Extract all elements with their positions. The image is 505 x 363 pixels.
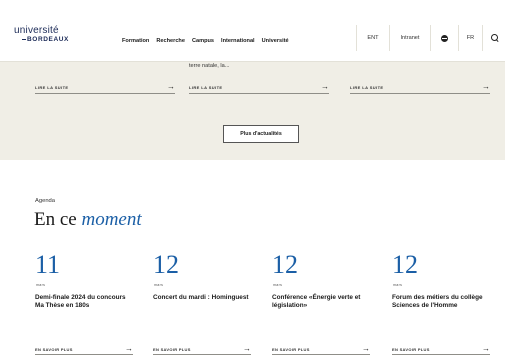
event-card[interactable]: 12 mars Forum des métiers du collège Sci… [392,251,492,363]
search-button[interactable] [482,25,505,51]
read-more-label: LIRE LA SUITE [189,85,223,90]
read-more-link[interactable]: LIRE LA SUITE → [350,82,490,94]
nav-item-campus[interactable]: Campus [192,38,214,44]
event-more-link[interactable]: EN SAVOIR PLUS → [35,345,133,355]
agenda-heading-plain: En ce [34,209,77,230]
event-day: 12 [272,250,298,279]
search-icon [490,33,498,43]
event-card[interactable]: 12 mars Conférence «Énergie verte et lég… [272,251,372,363]
event-more-label: EN SAVOIR PLUS [272,347,310,352]
event-card[interactable]: 12 mars Concert du mardi : Hominguest EN… [153,251,253,363]
read-more-label: LIRE LA SUITE [350,85,384,90]
event-more-label: EN SAVOIR PLUS [392,347,430,352]
ent-link[interactable]: ENT [356,25,389,51]
news-section: terre natale, la... LIRE LA SUITE → LIRE… [0,62,505,160]
accessibility-button[interactable] [430,25,458,51]
event-more-label: EN SAVOIR PLUS [153,347,191,352]
event-more-link[interactable]: EN SAVOIR PLUS → [153,345,251,355]
main-nav: Formation Recherche Campus International… [122,38,289,44]
event-day: 12 [392,250,418,279]
arrow-right-icon: → [167,82,175,91]
read-more-link[interactable]: LIRE LA SUITE → [35,82,175,94]
logo-wordmark-top: université [14,25,59,36]
agenda-heading: En ce moment [34,209,142,231]
arrow-right-icon: → [243,344,251,353]
event-more-label: EN SAVOIR PLUS [35,347,73,352]
arrow-right-icon: → [482,82,490,91]
arrow-right-icon: → [125,344,133,353]
event-title[interactable]: Conférence «Énergie verte et législation… [272,294,372,310]
logo-wordmark-bottom: BORDEAUX [22,36,69,44]
arrow-right-icon: → [482,344,490,353]
event-more-link[interactable]: EN SAVOIR PLUS → [392,345,490,355]
logo-wordmark-bottom-text: BORDEAUX [27,36,69,43]
news-excerpt: terre natale, la... [189,63,230,69]
event-month: mars [154,283,164,287]
read-more-label: LIRE LA SUITE [35,85,69,90]
arrow-right-icon: → [362,344,370,353]
nav-item-formation[interactable]: Formation [122,38,149,44]
read-more-link[interactable]: LIRE LA SUITE → [189,82,329,94]
globe-icon [441,34,448,42]
event-title[interactable]: Concert du mardi : Hominguest [153,294,253,302]
event-month: mars [393,283,403,287]
site-header: université BORDEAUX Formation Recherche … [0,0,505,62]
language-selector[interactable]: FR [458,25,482,51]
intranet-link[interactable]: Intranet [389,25,430,51]
agenda-label: Agenda [35,198,55,204]
nav-item-recherche[interactable]: Recherche [156,38,185,44]
logo-dash [22,38,26,40]
nav-item-international[interactable]: International [221,38,255,44]
event-title[interactable]: Forum des métiers du collège Sciences de… [392,294,492,310]
university-logo[interactable]: université BORDEAUX [14,26,69,44]
event-day: 11 [35,250,61,279]
event-month: mars [36,283,46,287]
event-month: mars [273,283,283,287]
event-more-link[interactable]: EN SAVOIR PLUS → [272,345,370,355]
event-card[interactable]: 11 mars Demi-finale 2024 du concours Ma … [35,251,135,363]
nav-item-universite[interactable]: Université [262,38,289,44]
event-title[interactable]: Demi-finale 2024 du concours Ma Thèse en… [35,294,135,310]
arrow-right-icon: → [321,82,329,91]
event-day: 12 [153,250,179,279]
agenda-heading-emphasis: moment [81,209,142,230]
more-news-button[interactable]: Plus d'actualités [223,125,299,143]
